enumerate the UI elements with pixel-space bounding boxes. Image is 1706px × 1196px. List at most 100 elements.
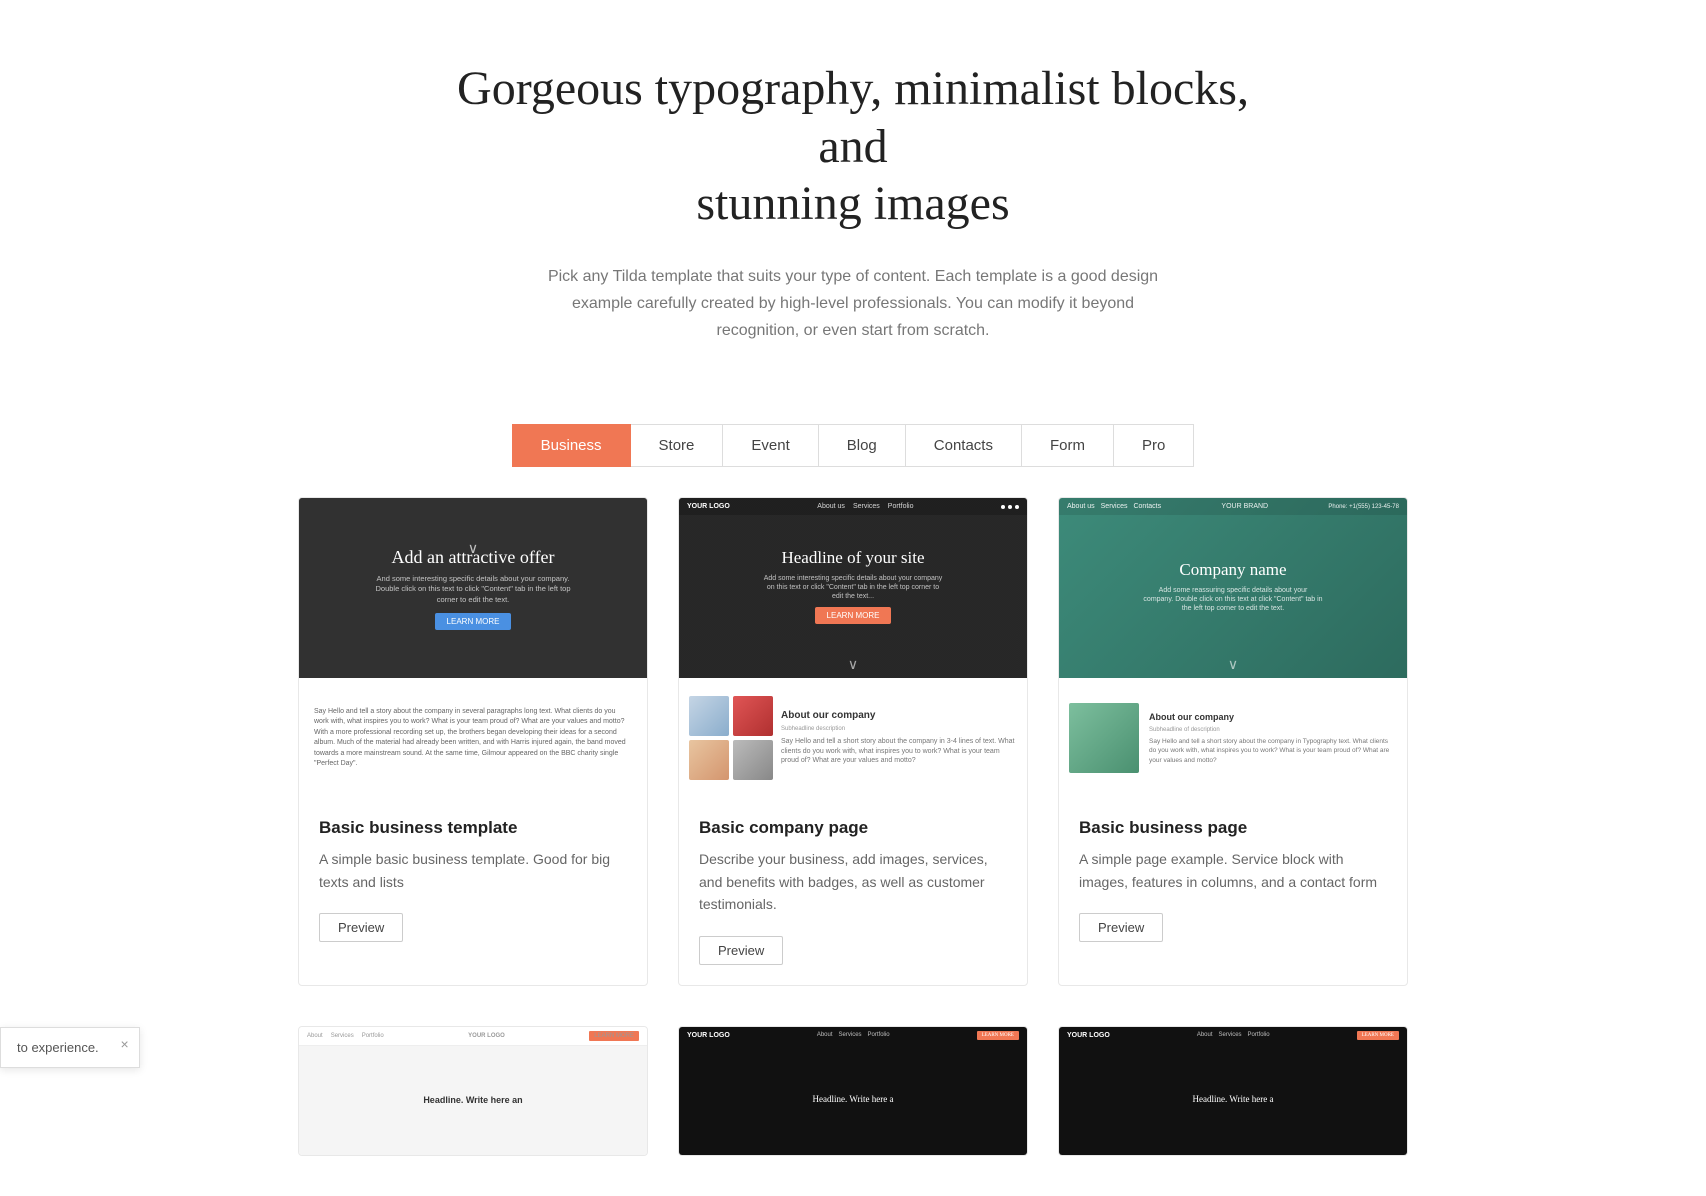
card-3-woman-image [1069,703,1139,773]
card-3-hero-sub: Add some reassuring specific details abo… [1143,586,1323,613]
card-1-learn-more-btn[interactable]: LEARN MORE [435,613,512,630]
card-3-nav: About us Services Contacts YOUR BRAND Ph… [1059,498,1407,515]
card-2-logo: YOUR LOGO [687,503,730,510]
tab-pro[interactable]: Pro [1114,424,1194,467]
tab-store[interactable]: Store [631,424,724,467]
card-2-nav-dots [1001,505,1019,509]
card-1-arrow-icon: ∨ [468,541,478,558]
dot-3 [1015,505,1019,509]
about-img-2 [733,696,773,736]
card-basic-company-page: YOUR LOGO About us Services Portfolio [678,497,1028,985]
bottom-card-2-nav-link-2: Services [839,1032,862,1038]
bottom-card-1-nav: About Services Portfolio YOUR LOGO LEARN… [299,1027,647,1046]
card-1-about-text: Say Hello and tell a story about the com… [314,707,632,770]
hero-section: Gorgeous typography, minimalist blocks, … [0,0,1706,384]
card-1-split: Add an attractive offer And some interes… [299,498,647,798]
bottom-card-3: YOUR LOGO About Services Portfolio LEARN… [1058,1026,1408,1156]
toast-text: to experience. [17,1040,99,1055]
card-3-nav-link-1: About us [1067,503,1095,510]
card-3-nav-link-3: Contacts [1133,503,1161,510]
toast-notification: to experience. × [0,1027,140,1068]
bottom-cards-grid: About Services Portfolio YOUR LOGO LEARN… [278,1026,1428,1196]
card-1-preview-btn[interactable]: Preview [319,913,403,942]
card-3-about-title: About our company [1149,712,1397,722]
card-2-preview-btn[interactable]: Preview [699,936,783,965]
tabs-container: Business Store Event Blog Contacts Form … [0,424,1706,467]
bottom-card-2-nav-links: About Services Portfolio [817,1032,890,1038]
card-basic-business-page: About us Services Contacts YOUR BRAND Ph… [1058,497,1408,985]
card-2-about-images [689,696,773,780]
card-3-split: About us Services Contacts YOUR BRAND Ph… [1059,498,1407,798]
bottom-card-3-logo: YOUR LOGO [1067,1032,1110,1039]
card-1-body: Basic business template A simple basic b… [299,798,647,962]
bottom-card-3-body: Headline. Write here a [1059,1044,1407,1155]
bottom-card-1-headline: Headline. Write here an [423,1095,522,1105]
card-2-nav-link-3: Portfolio [888,503,914,510]
tab-blog[interactable]: Blog [819,424,906,467]
bottom-card-3-nav-links: About Services Portfolio [1197,1032,1270,1038]
bottom-card-1-logo: YOUR LOGO [468,1033,505,1039]
card-2-description: Describe your business, add images, serv… [699,848,1007,915]
card-3-arrow-icon: ∨ [1228,657,1238,678]
hero-title-line1: Gorgeous typography, minimalist blocks, … [457,62,1249,173]
card-3-preview-btn[interactable]: Preview [1079,913,1163,942]
card-2-hero-sub: Add some interesting specific details ab… [763,574,943,601]
tab-form[interactable]: Form [1022,424,1114,467]
bottom-card-1-nav-link-2: Services [331,1033,354,1039]
hero-description: Pick any Tilda template that suits your … [533,263,1173,345]
card-3-logo: YOUR BRAND [1221,503,1268,510]
about-img-3 [689,740,729,780]
toast-close-btn[interactable]: × [120,1036,128,1052]
cards-grid: Add an attractive offer And some interes… [278,497,1428,1025]
card-3-about-body: Say Hello and tell a short story about t… [1149,737,1397,764]
card-3-about: About our company Subheadline of descrip… [1059,678,1407,798]
card-3-about-text: About our company Subheadline of descrip… [1149,712,1397,765]
card-2-hero-content: Headline of your site Add some interesti… [753,515,953,657]
bottom-card-3-cta: LEARN MORE [1357,1031,1399,1040]
card-2-about-text: About our company Subheadline descriptio… [781,710,1017,766]
bottom-card-1-cta: LEARN MORE [589,1031,639,1041]
card-3-body: Basic business page A simple page exampl… [1059,798,1407,962]
card-2-split: YOUR LOGO About us Services Portfolio [679,498,1027,798]
bottom-card-1-nav-link-1: About [307,1033,323,1039]
card-3-hero-content: Company name Add some reassuring specifi… [1133,515,1333,657]
bottom-card-2-nav-link-3: Portfolio [868,1032,890,1038]
card-2-body: Basic company page Describe your busines… [679,798,1027,984]
card-3-about-sub: Subheadline of description [1149,726,1397,734]
tab-event[interactable]: Event [723,424,818,467]
card-basic-business-template: Add an attractive offer And some interes… [298,497,648,985]
card-2-about-title: About our company [781,710,1017,721]
dot-1 [1001,505,1005,509]
bottom-card-2-body: Headline. Write here a [679,1044,1027,1155]
bottom-card-2-headline: Headline. Write here a [813,1094,894,1104]
bottom-card-1-nav-links: About Services Portfolio [307,1033,384,1039]
about-img-4 [733,740,773,780]
tab-contacts[interactable]: Contacts [906,424,1022,467]
bottom-card-3-nav: YOUR LOGO About Services Portfolio LEARN… [1059,1027,1407,1044]
bottom-card-2-nav: YOUR LOGO About Services Portfolio LEARN… [679,1027,1027,1044]
card-1-preview: Add an attractive offer And some interes… [299,498,647,798]
bottom-card-3-headline: Headline. Write here a [1193,1094,1274,1104]
card-3-title: Basic business page [1079,818,1387,838]
card-2-about-body: Say Hello and tell a short story about t… [781,737,1017,766]
bottom-card-2: YOUR LOGO About Services Portfolio LEARN… [678,1026,1028,1156]
dot-2 [1008,505,1012,509]
card-2-about: About our company Subheadline descriptio… [679,678,1027,798]
bottom-card-1-preview: About Services Portfolio YOUR LOGO LEARN… [299,1027,647,1155]
card-1-description: A simple basic business template. Good f… [319,848,627,893]
card-3-phone: Phone: +1(555) 123-45-78 [1328,504,1399,510]
card-3-nav-link-2: Services [1101,503,1128,510]
tab-business[interactable]: Business [512,424,631,467]
about-img-1 [689,696,729,736]
bottom-card-2-preview: YOUR LOGO About Services Portfolio LEARN… [679,1027,1027,1155]
card-2-nav-link-1: About us [817,503,845,510]
card-3-preview: About us Services Contacts YOUR BRAND Ph… [1059,498,1407,798]
card-2-cta-btn[interactable]: LEARN MORE [815,607,892,624]
card-2-about-sub: Subheadline description [781,725,1017,733]
card-2-title: Basic company page [699,818,1007,838]
bottom-card-1: About Services Portfolio YOUR LOGO LEARN… [298,1026,648,1156]
card-2-preview: YOUR LOGO About us Services Portfolio [679,498,1027,798]
card-2-hero-section: YOUR LOGO About us Services Portfolio [679,498,1027,678]
card-3-hero-section: About us Services Contacts YOUR BRAND Ph… [1059,498,1407,678]
card-1-hero-sub: And some interesting specific details ab… [373,574,573,606]
